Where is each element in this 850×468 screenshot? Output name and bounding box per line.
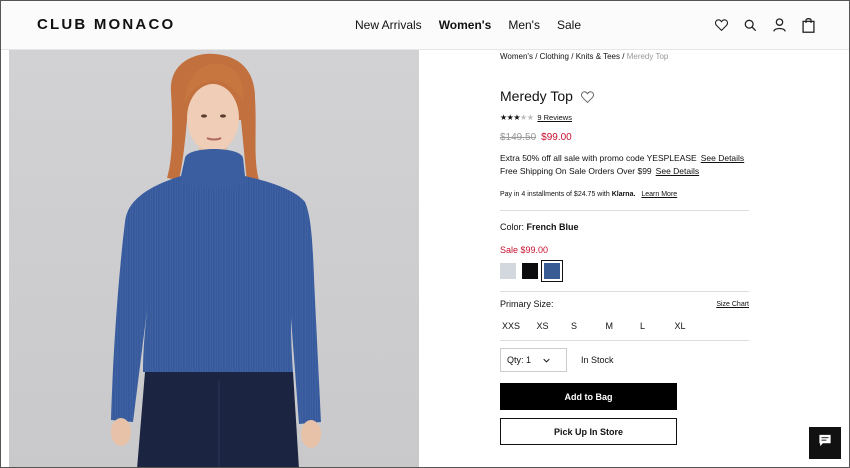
klarna-text: Pay in 4 installments of $24.75 with: [500, 191, 610, 198]
chat-icon: [818, 434, 832, 452]
divider: [500, 340, 749, 341]
product-title: Meredy Top: [500, 88, 573, 104]
size-chart-link[interactable]: Size Chart: [716, 301, 749, 308]
breadcrumb-knits-tees[interactable]: Knits & Tees: [576, 52, 620, 61]
reviews-link[interactable]: 9 Reviews: [537, 113, 572, 122]
klarna-logo: Klarna.: [611, 191, 636, 198]
nav-sale[interactable]: Sale: [557, 18, 581, 32]
product-rating: ★★★★★ 9 Reviews: [500, 113, 572, 122]
learn-more-link[interactable]: Learn More: [641, 191, 677, 198]
swatch-black[interactable]: [522, 263, 538, 279]
see-details-link[interactable]: See Details: [656, 166, 699, 176]
page-frame: CLUB MONACO New Arrivals Women's Men's S…: [0, 0, 850, 468]
stock-status: In Stock: [581, 355, 614, 365]
promo-messages: Extra 50% off all sale with promo code Y…: [500, 152, 744, 178]
shipping-text: Free Shipping On Sale Orders Over $99: [500, 166, 652, 176]
nav-new-arrivals[interactable]: New Arrivals: [355, 18, 422, 32]
star-icon: ★: [500, 113, 507, 122]
size-options: XXS XS S M L XL: [500, 319, 707, 333]
site-header: CLUB MONACO New Arrivals Women's Men's S…: [1, 1, 849, 50]
size-option-xl[interactable]: XL: [673, 319, 708, 333]
chevron-down-icon: [543, 356, 550, 365]
search-icon[interactable]: [742, 17, 758, 33]
model-photo: [9, 50, 419, 467]
see-details-link[interactable]: See Details: [701, 153, 744, 163]
promo-line: Extra 50% off all sale with promo code Y…: [500, 152, 744, 165]
header-icons: [713, 17, 816, 33]
promo-text: Extra 50% off all sale with promo code Y…: [500, 153, 697, 163]
divider: [500, 291, 749, 292]
color-label: Color: French Blue: [500, 222, 579, 232]
wishlist-heart-icon[interactable]: [580, 90, 594, 104]
size-option-s[interactable]: S: [569, 319, 604, 333]
nav-mens[interactable]: Men's: [508, 18, 540, 32]
klarna-message: Pay in 4 installments of $24.75 with Kla…: [500, 191, 677, 198]
color-label-text: Color:: [500, 222, 525, 232]
color-value: French Blue: [526, 222, 579, 232]
breadcrumb-womens[interactable]: Women's: [500, 52, 533, 61]
original-price: $149.50: [500, 132, 537, 143]
promo-line: Free Shipping On Sale Orders Over $99 See…: [500, 165, 744, 178]
size-option-m[interactable]: M: [604, 319, 639, 333]
pick-up-in-store-button[interactable]: Pick Up In Store: [500, 418, 677, 445]
star-icon: ★: [513, 113, 521, 122]
main-nav: New Arrivals Women's Men's Sale: [355, 18, 581, 32]
swatch-light-grey[interactable]: [500, 263, 516, 279]
product-image[interactable]: [9, 50, 419, 467]
price-block: $149.50 $99.00: [500, 132, 572, 143]
heart-icon[interactable]: [713, 17, 729, 33]
add-to-bag-button[interactable]: Add to Bag: [500, 383, 677, 410]
breadcrumb-current: Meredy Top: [626, 52, 669, 61]
account-icon[interactable]: [771, 17, 787, 33]
divider: [500, 210, 749, 211]
breadcrumb-clothing[interactable]: Clothing: [540, 52, 569, 61]
color-sale-price: Sale $99.00: [500, 245, 549, 255]
size-option-xxs[interactable]: XXS: [500, 319, 535, 333]
bag-icon[interactable]: [800, 17, 816, 33]
quantity-select[interactable]: Qty: 1: [500, 348, 567, 372]
swatch-french-blue[interactable]: [541, 260, 563, 282]
size-label: Primary Size:: [500, 299, 554, 309]
nav-womens[interactable]: Women's: [439, 18, 492, 32]
color-swatches: [500, 260, 566, 282]
breadcrumb: Women's / Clothing / Knits & Tees / Mere…: [500, 52, 668, 61]
star-icon: ★: [520, 113, 527, 122]
chat-button[interactable]: [809, 427, 841, 459]
quantity-value: Qty: 1: [507, 355, 532, 365]
star-rating: ★★★★★: [500, 113, 534, 122]
size-option-xs[interactable]: XS: [535, 319, 570, 333]
sale-price: $99.00: [541, 132, 572, 143]
brand-logo[interactable]: CLUB MONACO: [37, 16, 175, 33]
size-option-l[interactable]: L: [638, 319, 673, 333]
star-icon: ★: [526, 113, 534, 122]
title-row: Meredy Top: [500, 88, 594, 104]
